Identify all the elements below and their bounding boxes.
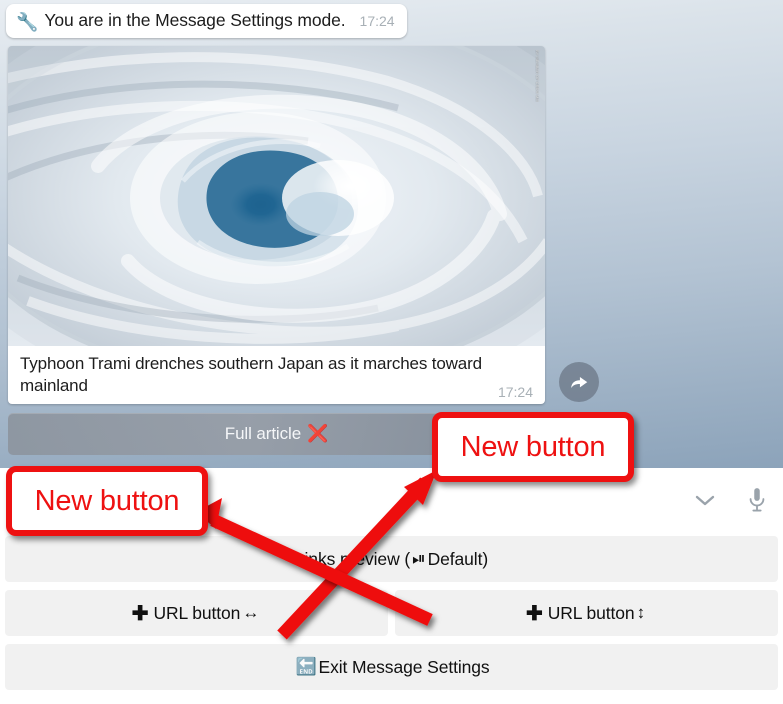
links-preview-key[interactable]: Links preview ( ⏯ Default) — [5, 536, 778, 582]
annotation-callout-new-button-left: New button — [6, 466, 208, 536]
wrench-icon: 🔧 — [16, 12, 39, 32]
custom-keyboard-panel: Links preview ( ⏯ Default) ✚ URL button … — [0, 532, 783, 704]
forward-arrow-icon — [571, 376, 588, 389]
chevron-down-icon[interactable] — [679, 468, 731, 532]
service-message-bubble: 🔧 You are in the Message Settings mode. … — [6, 4, 407, 38]
keyboard-row: ✚ URL button ↔ ✚ URL button ↕ — [0, 590, 783, 636]
photo-message-time: 17:24 — [497, 383, 533, 400]
service-message-time: 17:24 — [359, 13, 395, 29]
url-button-label: URL button — [547, 602, 635, 623]
annotation-callout-new-button-right: New button — [432, 412, 634, 482]
typhoon-photo-graphic — [8, 46, 545, 346]
photo-caption-text: Typhoon Trami drenches southern Japan as… — [20, 354, 482, 396]
add-url-button-vertical-key[interactable]: ✚ URL button ↕ — [395, 590, 778, 636]
play-pause-icon: ⏯ — [412, 549, 426, 568]
plus-icon: ✚ — [131, 602, 149, 625]
end-arrow-icon: 🔚 — [295, 657, 317, 676]
left-right-arrow-icon: ↔ — [242, 603, 260, 622]
exit-message-settings-key[interactable]: 🔚 Exit Message Settings — [5, 644, 778, 690]
keyboard-row: 🔚 Exit Message Settings — [0, 644, 783, 690]
add-url-button-horizontal-key[interactable]: ✚ URL button ↔ — [5, 590, 388, 636]
photo-message-bubble[interactable]: BY MEMBER OF CREW MEMBER Typhoon Trami d… — [8, 46, 545, 404]
cross-mark-icon[interactable]: ❌ — [307, 424, 328, 444]
plus-icon: ✚ — [526, 602, 543, 625]
microphone-icon[interactable] — [731, 468, 783, 532]
chat-area: 🔧 You are in the Message Settings mode. … — [0, 0, 783, 468]
service-message-text: You are in the Message Settings mode. — [44, 10, 346, 30]
links-preview-label-before: Links preview ( — [294, 548, 411, 569]
up-down-arrow-icon: ↕ — [636, 603, 646, 622]
inline-keyboard-label: Full article — [224, 424, 302, 443]
forward-button[interactable] — [559, 362, 599, 402]
photo-caption: Typhoon Trami drenches southern Japan as… — [8, 346, 545, 404]
links-preview-label-after: Default) — [427, 548, 489, 569]
url-button-label: URL button — [153, 602, 241, 623]
keyboard-row: Links preview ( ⏯ Default) — [0, 536, 783, 582]
exit-message-settings-label: Exit Message Settings — [318, 656, 490, 677]
typhoon-photo[interactable]: BY MEMBER OF CREW MEMBER — [8, 46, 545, 346]
photo-watermark: BY MEMBER OF CREW MEMBER — [535, 50, 540, 102]
